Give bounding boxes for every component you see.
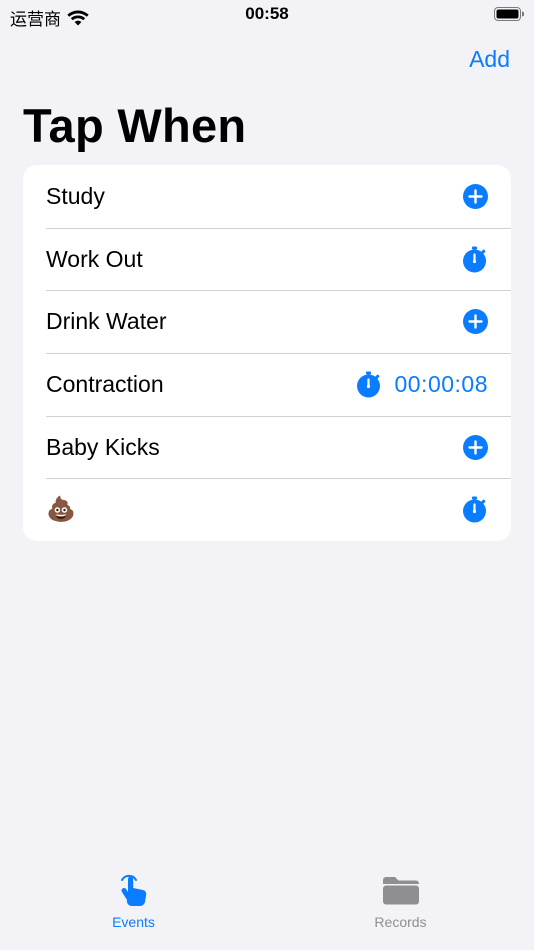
event-name: Baby Kicks [46, 433, 160, 460]
event-name: Contraction [46, 370, 164, 397]
tab-label: Events [112, 914, 155, 930]
add-circle-icon[interactable] [463, 434, 488, 460]
event-name: Drink Water [46, 308, 167, 335]
stopwatch-icon[interactable] [461, 246, 488, 273]
event-row-contraction[interactable]: Contraction 00:00:08 [23, 353, 511, 416]
event-list: Study Work Out Drink Water Contraction 0… [23, 165, 511, 542]
event-name: Study [46, 182, 105, 209]
tab-label: Records [374, 914, 427, 930]
event-name: 💩 [46, 496, 76, 524]
add-circle-icon[interactable] [463, 309, 488, 335]
event-row-study[interactable]: Study [23, 165, 511, 228]
add-button[interactable]: Add [469, 46, 510, 73]
event-row-drink-water[interactable]: Drink Water [23, 290, 511, 353]
elapsed-timer: 00:00:08 [394, 370, 488, 397]
tab-events[interactable]: Events [0, 868, 267, 950]
folder-icon [381, 870, 421, 908]
tab-records[interactable]: Records [267, 868, 534, 950]
event-row-baby-kicks[interactable]: Baby Kicks [23, 415, 511, 479]
event-row-work-out[interactable]: Work Out [23, 227, 511, 291]
add-circle-icon[interactable] [463, 183, 488, 209]
stopwatch-icon[interactable] [461, 496, 488, 523]
status-time: 00:58 [245, 4, 289, 23]
page-title: Tap When [23, 99, 247, 152]
event-row-poop[interactable]: 💩 [23, 478, 511, 541]
event-name: Work Out [46, 245, 143, 272]
tab-bar: Events Records [0, 868, 534, 950]
battery-icon [494, 7, 525, 21]
stopwatch-icon[interactable] [355, 371, 382, 398]
status-bar: 运营商 00:58 [0, 0, 534, 30]
hand-tap-icon [116, 870, 152, 908]
